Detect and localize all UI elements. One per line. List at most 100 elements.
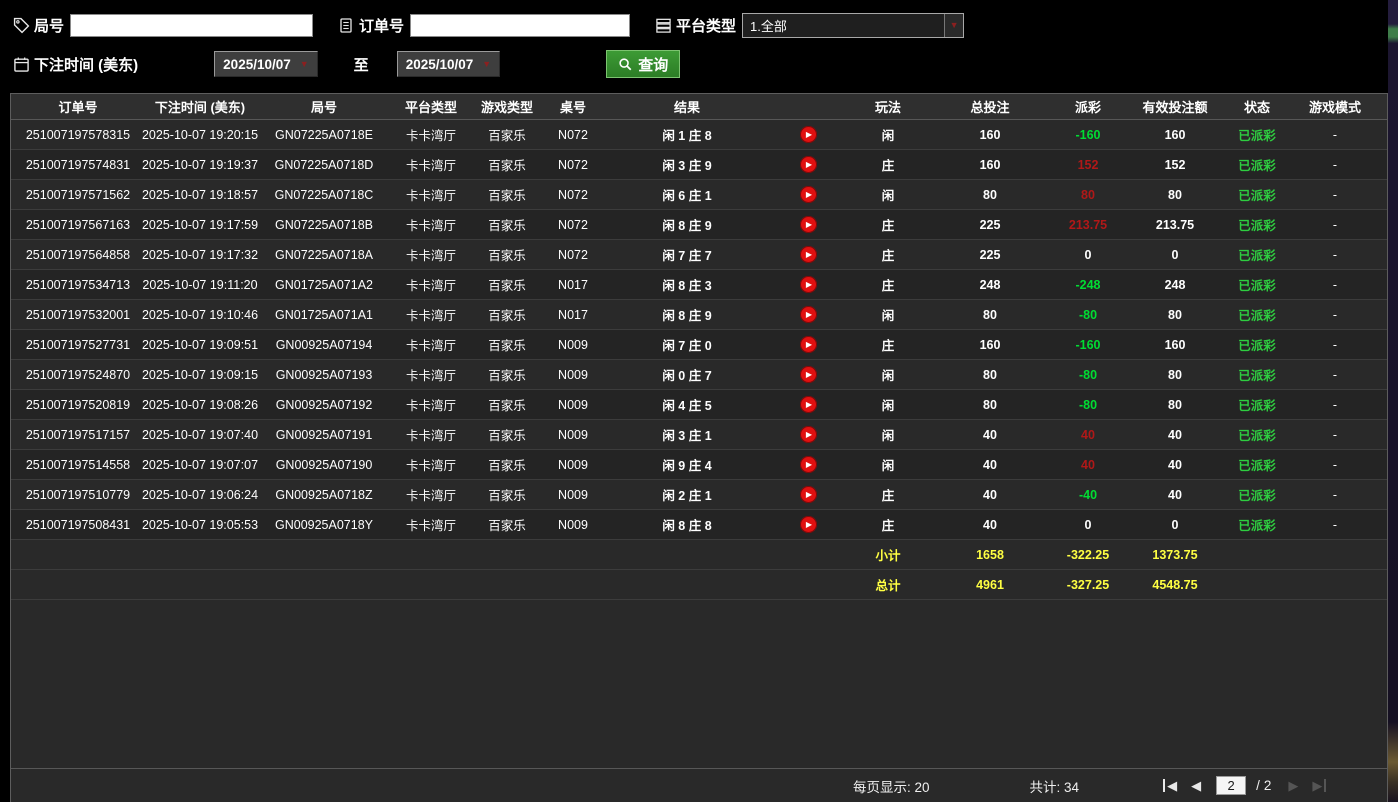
cell-status: 已派彩: [1221, 180, 1293, 209]
play-video-icon[interactable]: ▶: [800, 186, 817, 203]
play-video-icon[interactable]: ▶: [800, 246, 817, 263]
cell-payout: -80: [1047, 300, 1129, 329]
play-video-icon[interactable]: ▶: [800, 516, 817, 533]
play-video-icon[interactable]: ▶: [800, 306, 817, 323]
table-row[interactable]: 251007197510779 2025-10-07 19:06:24 GN00…: [11, 480, 1387, 510]
cell-status: 已派彩: [1221, 210, 1293, 239]
order-number-input[interactable]: [410, 14, 630, 37]
cell-order-id: 251007197534713: [11, 270, 145, 299]
cell-replay: ▶: [773, 120, 843, 149]
table-row[interactable]: 251007197517157 2025-10-07 19:07:40 GN00…: [11, 420, 1387, 450]
play-video-icon[interactable]: ▶: [800, 276, 817, 293]
cell-game-type: 百家乐: [469, 450, 545, 479]
grand-total-valid-bet: 4548.75: [1129, 570, 1221, 599]
date-to-picker[interactable]: 2025/10/07 ▼: [397, 51, 501, 77]
play-video-icon[interactable]: ▶: [800, 486, 817, 503]
cell-result: 闲 1 庄 8: [601, 120, 773, 149]
cell-play-type: 闲: [843, 120, 933, 149]
table-row[interactable]: 251007197532001 2025-10-07 19:10:46 GN01…: [11, 300, 1387, 330]
cell-payout: 40: [1047, 420, 1129, 449]
cell-result: 闲 9 庄 4: [601, 450, 773, 479]
play-video-icon[interactable]: ▶: [800, 216, 817, 233]
table-row[interactable]: 251007197514558 2025-10-07 19:07:07 GN00…: [11, 450, 1387, 480]
cell-valid-bet: 40: [1129, 450, 1221, 479]
date-from-picker[interactable]: 2025/10/07 ▼: [214, 51, 318, 77]
play-video-icon[interactable]: ▶: [800, 426, 817, 443]
cell-bet-time: 2025-10-07 19:10:46: [145, 300, 255, 329]
next-page-button[interactable]: ▶: [1288, 779, 1298, 792]
first-page-button[interactable]: ◀: [1163, 779, 1177, 792]
col-header-replay: [773, 94, 843, 119]
play-video-icon[interactable]: ▶: [800, 126, 817, 143]
prev-page-button[interactable]: ◀: [1191, 779, 1201, 792]
cell-bet-time: 2025-10-07 19:08:26: [145, 390, 255, 419]
cell-total-bet: 40: [933, 480, 1047, 509]
table-body: 251007197578315 2025-10-07 19:20:15 GN07…: [11, 120, 1387, 540]
cell-play-type: 庄: [843, 270, 933, 299]
play-video-icon[interactable]: ▶: [800, 336, 817, 353]
play-video-icon[interactable]: ▶: [800, 456, 817, 473]
cell-table-no: N009: [545, 330, 601, 359]
cell-result: 闲 8 庄 8: [601, 510, 773, 539]
subtotal-row: 小计 1658 -322.25 1373.75: [11, 540, 1387, 570]
current-page-input[interactable]: 2: [1216, 776, 1246, 795]
cell-round-id: GN00925A07192: [255, 390, 393, 419]
cell-status: 已派彩: [1221, 360, 1293, 389]
table-row[interactable]: 251007197571562 2025-10-07 19:18:57 GN07…: [11, 180, 1387, 210]
table-row[interactable]: 251007197527731 2025-10-07 19:09:51 GN00…: [11, 330, 1387, 360]
cell-order-id: 251007197517157: [11, 420, 145, 449]
cell-replay: ▶: [773, 210, 843, 239]
pagination-bar: 每页显示: 20 共计: 34 ◀ ◀ 2 / 2 ▶ ▶: [11, 768, 1387, 802]
last-page-button[interactable]: ▶: [1312, 779, 1326, 792]
round-number-input[interactable]: [70, 14, 313, 37]
page-separator: /: [1256, 778, 1260, 793]
grand-total-label: 总计: [843, 570, 933, 599]
cell-result: 闲 8 庄 9: [601, 300, 773, 329]
play-video-icon[interactable]: ▶: [800, 366, 817, 383]
summary-spacer: [11, 570, 843, 599]
cell-status: 已派彩: [1221, 450, 1293, 479]
col-header-play-type: 玩法: [843, 94, 933, 119]
col-header-platform-type: 平台类型: [393, 94, 469, 119]
cell-platform-type: 卡卡湾厅: [393, 510, 469, 539]
cell-payout: 80: [1047, 180, 1129, 209]
cell-table-no: N072: [545, 150, 601, 179]
table-row[interactable]: 251007197578315 2025-10-07 19:20:15 GN07…: [11, 120, 1387, 150]
cell-table-no: N009: [545, 360, 601, 389]
cell-bet-time: 2025-10-07 19:07:40: [145, 420, 255, 449]
document-icon: [337, 16, 355, 34]
table-row[interactable]: 251007197524870 2025-10-07 19:09:15 GN00…: [11, 360, 1387, 390]
table-header-row: 订单号 下注时间 (美东) 局号 平台类型 游戏类型 桌号 结果 玩法 总投注 …: [11, 94, 1387, 120]
cell-platform-type: 卡卡湾厅: [393, 360, 469, 389]
cell-table-no: N072: [545, 180, 601, 209]
table-row[interactable]: 251007197520819 2025-10-07 19:08:26 GN00…: [11, 390, 1387, 420]
table-row[interactable]: 251007197574831 2025-10-07 19:19:37 GN07…: [11, 150, 1387, 180]
cell-status: 已派彩: [1221, 300, 1293, 329]
cell-game-mode: -: [1293, 180, 1377, 209]
cell-replay: ▶: [773, 150, 843, 179]
cell-table-no: N009: [545, 420, 601, 449]
cell-bet-time: 2025-10-07 19:17:32: [145, 240, 255, 269]
table-row[interactable]: 251007197534713 2025-10-07 19:11:20 GN01…: [11, 270, 1387, 300]
cell-valid-bet: 152: [1129, 150, 1221, 179]
chevron-down-icon: ▼: [944, 14, 963, 37]
col-header-game-mode: 游戏模式: [1293, 94, 1377, 119]
cell-round-id: GN00925A07191: [255, 420, 393, 449]
cell-round-id: GN07225A0718D: [255, 150, 393, 179]
play-video-icon[interactable]: ▶: [800, 396, 817, 413]
cell-valid-bet: 80: [1129, 360, 1221, 389]
platform-type-dropdown[interactable]: 1.全部 ▼: [742, 13, 964, 38]
cell-replay: ▶: [773, 270, 843, 299]
cell-order-id: 251007197571562: [11, 180, 145, 209]
search-icon: [618, 57, 633, 72]
table-row[interactable]: 251007197508431 2025-10-07 19:05:53 GN00…: [11, 510, 1387, 540]
cell-result: 闲 8 庄 9: [601, 210, 773, 239]
cell-order-id: 251007197514558: [11, 450, 145, 479]
table-row[interactable]: 251007197567163 2025-10-07 19:17:59 GN07…: [11, 210, 1387, 240]
cell-platform-type: 卡卡湾厅: [393, 210, 469, 239]
cell-table-no: N017: [545, 300, 601, 329]
search-button[interactable]: 查询: [606, 50, 680, 78]
betting-history-screen: 局号 订单号 平台类型 1.全部 ▼ 下注时间 (美东) 2025/10/07: [0, 0, 1398, 802]
table-row[interactable]: 251007197564858 2025-10-07 19:17:32 GN07…: [11, 240, 1387, 270]
play-video-icon[interactable]: ▶: [800, 156, 817, 173]
